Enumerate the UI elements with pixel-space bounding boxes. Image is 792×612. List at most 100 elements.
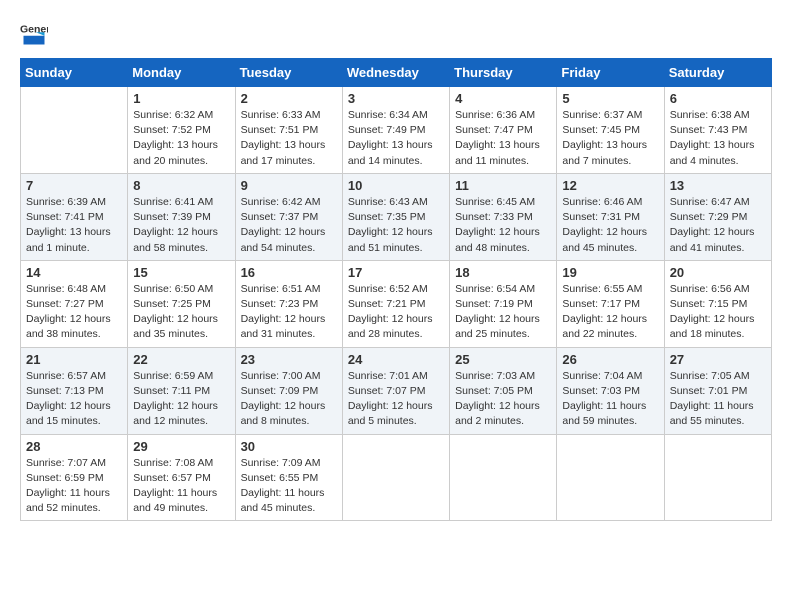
day-info: Sunrise: 7:07 AM Sunset: 6:59 PM Dayligh… xyxy=(26,456,122,517)
calendar-cell: 5 Sunrise: 6:37 AM Sunset: 7:45 PM Daylig… xyxy=(557,87,664,174)
day-number: 23 xyxy=(241,352,337,367)
day-number: 5 xyxy=(562,91,658,106)
day-of-week-header: Tuesday xyxy=(235,59,342,87)
day-info: Sunrise: 6:55 AM Sunset: 7:17 PM Dayligh… xyxy=(562,282,658,343)
day-of-week-header: Friday xyxy=(557,59,664,87)
day-of-week-header: Sunday xyxy=(21,59,128,87)
day-info: Sunrise: 6:39 AM Sunset: 7:41 PM Dayligh… xyxy=(26,195,122,256)
day-of-week-header: Monday xyxy=(128,59,235,87)
day-number: 29 xyxy=(133,439,229,454)
calendar-cell: 15 Sunrise: 6:50 AM Sunset: 7:25 PM Dayli… xyxy=(128,260,235,347)
calendar-cell: 20 Sunrise: 6:56 AM Sunset: 7:15 PM Dayli… xyxy=(664,260,771,347)
day-number: 16 xyxy=(241,265,337,280)
header: General xyxy=(20,20,772,48)
calendar-cell: 6Sunrise: 6:38 AM Sunset: 7:43 PM Daylig… xyxy=(664,87,771,174)
calendar-cell: 3 Sunrise: 6:34 AM Sunset: 7:49 PM Daylig… xyxy=(342,87,449,174)
calendar-cell xyxy=(450,434,557,521)
day-of-week-header: Saturday xyxy=(664,59,771,87)
calendar-cell: 2Sunrise: 6:33 AM Sunset: 7:51 PM Daylig… xyxy=(235,87,342,174)
day-number: 27 xyxy=(670,352,766,367)
day-number: 21 xyxy=(26,352,122,367)
day-info: Sunrise: 6:52 AM Sunset: 7:21 PM Dayligh… xyxy=(348,282,444,343)
day-info: Sunrise: 6:48 AM Sunset: 7:27 PM Dayligh… xyxy=(26,282,122,343)
day-number: 3 xyxy=(348,91,444,106)
day-info: Sunrise: 7:00 AM Sunset: 7:09 PM Dayligh… xyxy=(241,369,337,430)
calendar-cell: 24 Sunrise: 7:01 AM Sunset: 7:07 PM Dayli… xyxy=(342,347,449,434)
calendar-cell: 30 Sunrise: 7:09 AM Sunset: 6:55 PM Dayli… xyxy=(235,434,342,521)
day-number: 22 xyxy=(133,352,229,367)
calendar-cell: 10 Sunrise: 6:43 AM Sunset: 7:35 PM Dayli… xyxy=(342,173,449,260)
calendar-cell: 23 Sunrise: 7:00 AM Sunset: 7:09 PM Dayli… xyxy=(235,347,342,434)
calendar-week-row: 1 Sunrise: 6:32 AM Sunset: 7:52 PM Daylig… xyxy=(21,87,772,174)
day-info: Sunrise: 7:01 AM Sunset: 7:07 PM Dayligh… xyxy=(348,369,444,430)
calendar-cell: 16 Sunrise: 6:51 AM Sunset: 7:23 PM Dayli… xyxy=(235,260,342,347)
day-info: Sunrise: 6:56 AM Sunset: 7:15 PM Dayligh… xyxy=(670,282,766,343)
day-info: Sunrise: 6:38 AM Sunset: 7:43 PM Dayligh… xyxy=(670,108,766,169)
day-number: 18 xyxy=(455,265,551,280)
day-of-week-header: Wednesday xyxy=(342,59,449,87)
day-number: 2 xyxy=(241,91,337,106)
day-info: Sunrise: 6:37 AM Sunset: 7:45 PM Dayligh… xyxy=(562,108,658,169)
day-info: Sunrise: 6:32 AM Sunset: 7:52 PM Dayligh… xyxy=(133,108,229,169)
calendar-cell: 11 Sunrise: 6:45 AM Sunset: 7:33 PM Dayli… xyxy=(450,173,557,260)
day-info: Sunrise: 7:09 AM Sunset: 6:55 PM Dayligh… xyxy=(241,456,337,517)
calendar-cell xyxy=(21,87,128,174)
calendar-cell: 22 Sunrise: 6:59 AM Sunset: 7:11 PM Dayli… xyxy=(128,347,235,434)
logo: General xyxy=(20,20,52,48)
calendar-cell: 9 Sunrise: 6:42 AM Sunset: 7:37 PM Daylig… xyxy=(235,173,342,260)
calendar-cell: 14 Sunrise: 6:48 AM Sunset: 7:27 PM Dayli… xyxy=(21,260,128,347)
calendar-week-row: 7 Sunrise: 6:39 AM Sunset: 7:41 PM Daylig… xyxy=(21,173,772,260)
calendar-cell: 29 Sunrise: 7:08 AM Sunset: 6:57 PM Dayli… xyxy=(128,434,235,521)
calendar-cell: 18 Sunrise: 6:54 AM Sunset: 7:19 PM Dayli… xyxy=(450,260,557,347)
calendar-cell: 26 Sunrise: 7:04 AM Sunset: 7:03 PM Dayli… xyxy=(557,347,664,434)
day-info: Sunrise: 6:57 AM Sunset: 7:13 PM Dayligh… xyxy=(26,369,122,430)
day-number: 26 xyxy=(562,352,658,367)
day-number: 30 xyxy=(241,439,337,454)
calendar-week-row: 21 Sunrise: 6:57 AM Sunset: 7:13 PM Dayli… xyxy=(21,347,772,434)
day-number: 10 xyxy=(348,178,444,193)
calendar-cell: 19 Sunrise: 6:55 AM Sunset: 7:17 PM Dayli… xyxy=(557,260,664,347)
day-info: Sunrise: 6:41 AM Sunset: 7:39 PM Dayligh… xyxy=(133,195,229,256)
day-info: Sunrise: 6:54 AM Sunset: 7:19 PM Dayligh… xyxy=(455,282,551,343)
calendar-week-row: 28 Sunrise: 7:07 AM Sunset: 6:59 PM Dayli… xyxy=(21,434,772,521)
day-info: Sunrise: 6:42 AM Sunset: 7:37 PM Dayligh… xyxy=(241,195,337,256)
day-info: Sunrise: 6:51 AM Sunset: 7:23 PM Dayligh… xyxy=(241,282,337,343)
day-number: 11 xyxy=(455,178,551,193)
day-number: 7 xyxy=(26,178,122,193)
day-number: 8 xyxy=(133,178,229,193)
calendar-cell: 28 Sunrise: 7:07 AM Sunset: 6:59 PM Dayli… xyxy=(21,434,128,521)
day-number: 28 xyxy=(26,439,122,454)
day-info: Sunrise: 7:08 AM Sunset: 6:57 PM Dayligh… xyxy=(133,456,229,517)
calendar-cell: 13Sunrise: 6:47 AM Sunset: 7:29 PM Dayli… xyxy=(664,173,771,260)
day-number: 15 xyxy=(133,265,229,280)
day-info: Sunrise: 7:04 AM Sunset: 7:03 PM Dayligh… xyxy=(562,369,658,430)
day-info: Sunrise: 7:03 AM Sunset: 7:05 PM Dayligh… xyxy=(455,369,551,430)
day-number: 1 xyxy=(133,91,229,106)
day-number: 14 xyxy=(26,265,122,280)
day-number: 19 xyxy=(562,265,658,280)
day-number: 25 xyxy=(455,352,551,367)
day-info: Sunrise: 6:46 AM Sunset: 7:31 PM Dayligh… xyxy=(562,195,658,256)
calendar: SundayMondayTuesdayWednesdayThursdayFrid… xyxy=(20,58,772,521)
day-info: Sunrise: 6:45 AM Sunset: 7:33 PM Dayligh… xyxy=(455,195,551,256)
day-info: Sunrise: 6:50 AM Sunset: 7:25 PM Dayligh… xyxy=(133,282,229,343)
day-number: 20 xyxy=(670,265,766,280)
calendar-cell: 17Sunrise: 6:52 AM Sunset: 7:21 PM Dayli… xyxy=(342,260,449,347)
day-info: Sunrise: 6:43 AM Sunset: 7:35 PM Dayligh… xyxy=(348,195,444,256)
calendar-week-row: 14 Sunrise: 6:48 AM Sunset: 7:27 PM Dayli… xyxy=(21,260,772,347)
calendar-cell: 1 Sunrise: 6:32 AM Sunset: 7:52 PM Daylig… xyxy=(128,87,235,174)
day-number: 24 xyxy=(348,352,444,367)
logo-icon: General xyxy=(20,20,48,48)
calendar-cell: 7 Sunrise: 6:39 AM Sunset: 7:41 PM Daylig… xyxy=(21,173,128,260)
calendar-cell: 8 Sunrise: 6:41 AM Sunset: 7:39 PM Daylig… xyxy=(128,173,235,260)
day-number: 12 xyxy=(562,178,658,193)
day-of-week-header: Thursday xyxy=(450,59,557,87)
calendar-cell: 4Sunrise: 6:36 AM Sunset: 7:47 PM Daylig… xyxy=(450,87,557,174)
day-number: 9 xyxy=(241,178,337,193)
day-info: Sunrise: 6:34 AM Sunset: 7:49 PM Dayligh… xyxy=(348,108,444,169)
calendar-cell xyxy=(557,434,664,521)
day-number: 13 xyxy=(670,178,766,193)
calendar-cell: 25 Sunrise: 7:03 AM Sunset: 7:05 PM Dayli… xyxy=(450,347,557,434)
day-info: Sunrise: 6:59 AM Sunset: 7:11 PM Dayligh… xyxy=(133,369,229,430)
day-number: 4 xyxy=(455,91,551,106)
